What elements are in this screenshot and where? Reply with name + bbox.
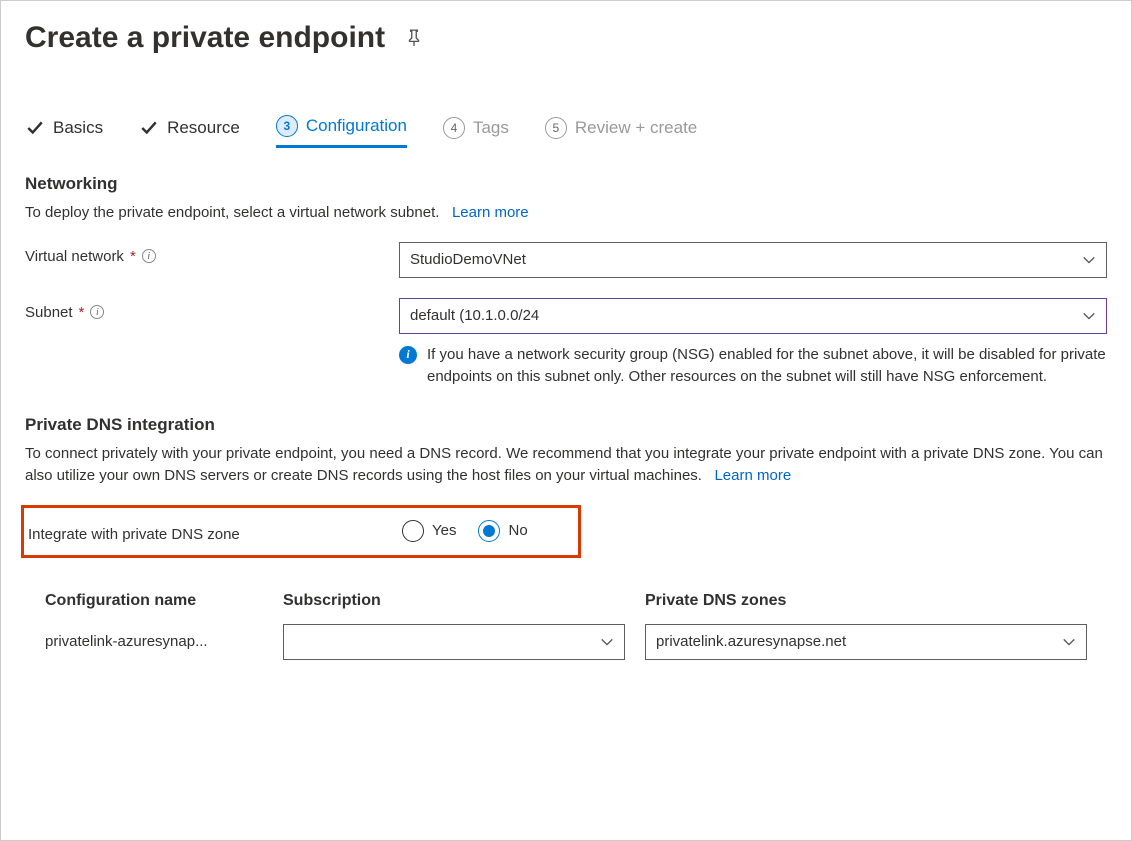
tab-label: Resource xyxy=(167,118,240,138)
vnet-label: Virtual network * i xyxy=(25,242,399,265)
radio-label: Yes xyxy=(432,522,456,539)
step-number: 4 xyxy=(443,117,465,139)
dns-heading: Private DNS integration xyxy=(25,415,1107,435)
networking-learn-more-link[interactable]: Learn more xyxy=(452,204,529,221)
chevron-down-icon xyxy=(1082,309,1096,323)
tab-tags[interactable]: 4 Tags xyxy=(443,117,509,147)
pin-icon[interactable] xyxy=(403,27,425,49)
tab-configuration[interactable]: 3 Configuration xyxy=(276,115,407,148)
step-number: 5 xyxy=(545,117,567,139)
radio-circle xyxy=(478,520,500,542)
nsg-info-message: i If you have a network security group (… xyxy=(399,344,1107,388)
subnet-select[interactable]: default (10.1.0.0/24 xyxy=(399,298,1107,334)
check-icon xyxy=(139,118,159,138)
tab-review-create[interactable]: 5 Review + create xyxy=(545,117,697,147)
dns-zone-select[interactable]: privatelink.azuresynapse.net xyxy=(645,624,1087,660)
header-config-name: Configuration name xyxy=(45,592,283,610)
tab-label: Review + create xyxy=(575,118,697,138)
highlight-box: Integrate with private DNS zone Yes No xyxy=(21,505,581,558)
info-icon: i xyxy=(399,346,417,364)
header-dns-zones: Private DNS zones xyxy=(645,592,1087,610)
subnet-label: Subnet * i xyxy=(25,298,399,321)
dns-config-table: Configuration name Subscription Private … xyxy=(25,582,1107,664)
networking-heading: Networking xyxy=(25,174,1107,194)
check-icon xyxy=(25,118,45,138)
required-indicator: * xyxy=(79,304,85,321)
chevron-down-icon xyxy=(600,635,614,649)
networking-desc-text: To deploy the private endpoint, select a… xyxy=(25,204,439,221)
integrate-no-radio[interactable]: No xyxy=(478,520,527,542)
chevron-down-icon xyxy=(1062,635,1076,649)
dns-zone-selected-value: privatelink.azuresynapse.net xyxy=(656,633,846,650)
page-title: Create a private endpoint xyxy=(25,21,385,55)
table-header-row: Configuration name Subscription Private … xyxy=(45,582,1087,620)
table-row: privatelink-azuresynap... privatelink.az… xyxy=(45,620,1087,664)
tab-resource[interactable]: Resource xyxy=(139,118,240,146)
dns-desc-text: To connect privately with your private e… xyxy=(25,445,1103,484)
tab-label: Basics xyxy=(53,118,103,138)
integrate-dns-label: Integrate with private DNS zone xyxy=(24,520,402,543)
required-indicator: * xyxy=(130,248,136,265)
networking-description: To deploy the private endpoint, select a… xyxy=(25,202,1107,224)
integrate-yes-radio[interactable]: Yes xyxy=(402,520,456,542)
chevron-down-icon xyxy=(1082,253,1096,267)
info-icon[interactable]: i xyxy=(142,249,156,263)
subnet-selected-value: default (10.1.0.0/24 xyxy=(410,307,539,324)
dns-learn-more-link[interactable]: Learn more xyxy=(714,467,791,484)
info-icon[interactable]: i xyxy=(90,305,104,319)
vnet-label-text: Virtual network xyxy=(25,248,124,265)
subnet-label-text: Subnet xyxy=(25,304,73,321)
tab-label: Configuration xyxy=(306,116,407,136)
integrate-dns-label-text: Integrate with private DNS zone xyxy=(28,526,240,543)
header-subscription: Subscription xyxy=(283,592,645,610)
tab-label: Tags xyxy=(473,118,509,138)
step-number: 3 xyxy=(276,115,298,137)
vnet-selected-value: StudioDemoVNet xyxy=(410,251,526,268)
tabs-bar: Basics Resource 3 Configuration 4 Tags 5… xyxy=(25,115,1107,148)
integrate-dns-radio-group: Yes No xyxy=(402,520,572,542)
nsg-info-text: If you have a network security group (NS… xyxy=(427,344,1107,388)
subscription-select[interactable] xyxy=(283,624,625,660)
radio-circle xyxy=(402,520,424,542)
vnet-select[interactable]: StudioDemoVNet xyxy=(399,242,1107,278)
cell-config-name: privatelink-azuresynap... xyxy=(45,633,283,650)
radio-label: No xyxy=(508,522,527,539)
dns-description: To connect privately with your private e… xyxy=(25,443,1107,487)
tab-basics[interactable]: Basics xyxy=(25,118,103,146)
